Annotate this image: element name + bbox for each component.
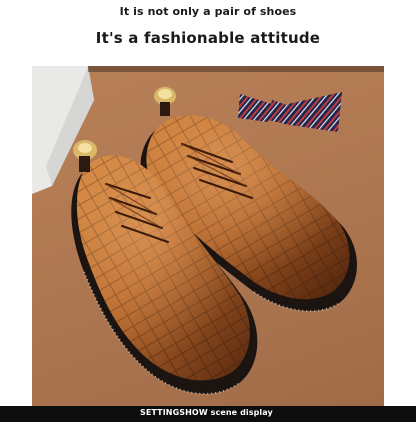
bow-tie-icon bbox=[238, 92, 342, 132]
tagline-small: It is not only a pair of shoes bbox=[119, 5, 297, 18]
product-photo bbox=[32, 66, 384, 406]
scene-caption: SETTINGSHOW scene display bbox=[140, 408, 273, 417]
caption-bar: SETTINGSHOW scene display bbox=[0, 406, 416, 422]
tagline-large: It's a fashionable attitude bbox=[95, 29, 321, 47]
